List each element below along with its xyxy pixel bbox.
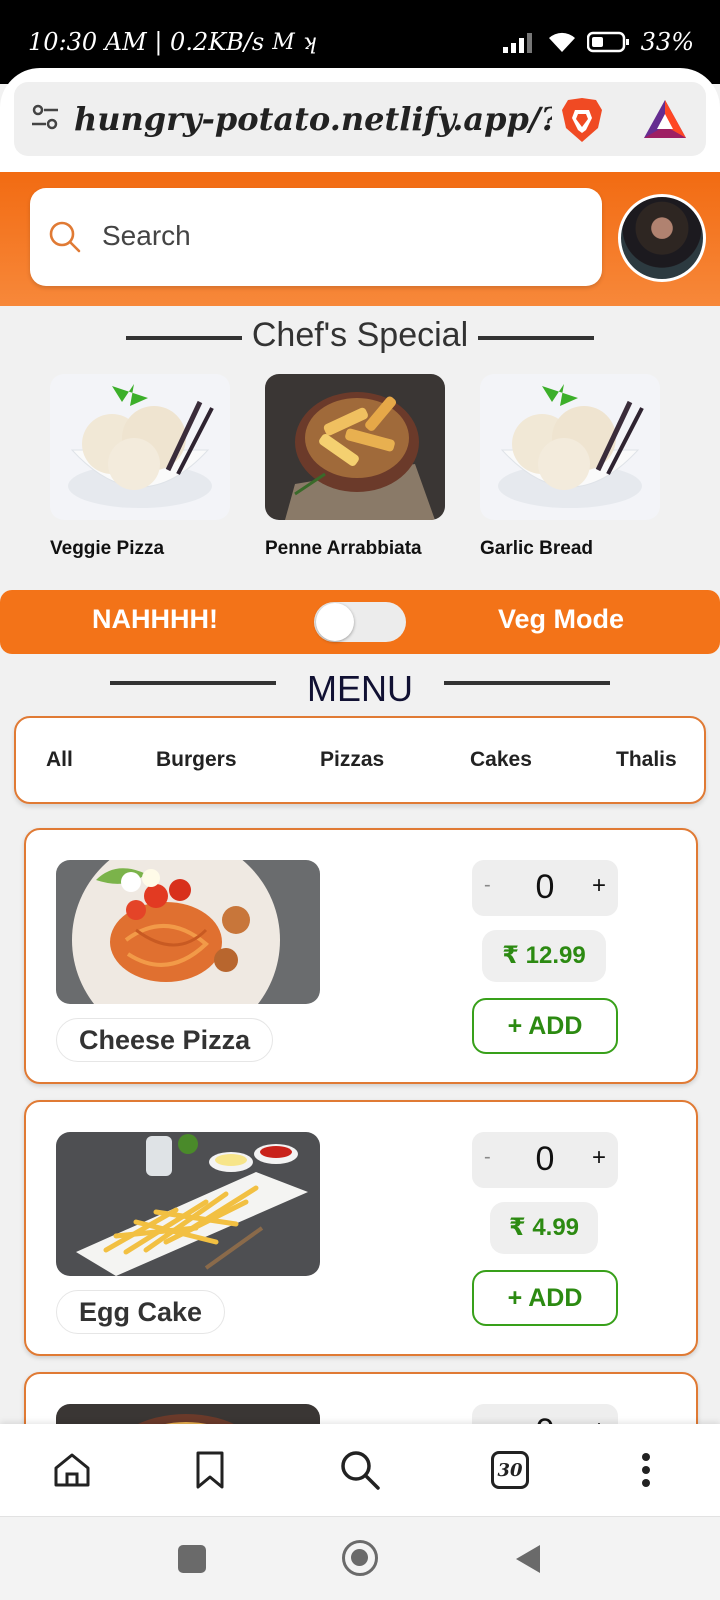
wifi-icon bbox=[548, 32, 575, 52]
special-item-name: Penne Arrabbiata bbox=[265, 538, 422, 559]
menu-item-card: Egg Cake - 0 + ₹ 4.99 + ADD bbox=[24, 1100, 698, 1356]
search-icon bbox=[341, 1451, 380, 1490]
special-item[interactable]: Veggie Pizza bbox=[50, 374, 230, 560]
add-to-cart-button[interactable]: + ADD bbox=[472, 998, 618, 1054]
tabs-icon: 30 bbox=[491, 1451, 529, 1489]
search-button[interactable] bbox=[336, 1446, 384, 1494]
menu-item-card: Cheese Pizza - 0 + ₹ 12.99 + ADD bbox=[24, 828, 698, 1084]
gmail-icon: M bbox=[272, 29, 295, 55]
pasta-image bbox=[56, 860, 320, 1004]
more-vert-icon bbox=[642, 1453, 650, 1487]
veg-off-label: NAHHHH! bbox=[92, 604, 218, 634]
chefs-special-title: Chef's Special bbox=[251, 316, 469, 354]
tab-thalis[interactable]: Thalis bbox=[616, 748, 677, 772]
menu-item-name: Egg Cake bbox=[56, 1290, 226, 1334]
toggle-knob bbox=[316, 603, 354, 641]
app-header: Search bbox=[0, 172, 720, 306]
add-to-cart-button[interactable]: + ADD bbox=[472, 1270, 618, 1326]
tabs-button[interactable]: 30 bbox=[486, 1446, 534, 1494]
search-placeholder: Search bbox=[102, 220, 191, 251]
special-item[interactable]: Penne Arrabbiata bbox=[265, 374, 445, 560]
special-item-name: Garlic Bread bbox=[480, 538, 593, 559]
battery-percent: 33% bbox=[640, 28, 694, 56]
home-button[interactable] bbox=[48, 1446, 96, 1494]
signal-icon bbox=[502, 33, 532, 53]
increment-button[interactable]: + bbox=[592, 872, 606, 900]
home-nav-button[interactable] bbox=[342, 1540, 378, 1576]
increment-button[interactable]: + bbox=[592, 1144, 606, 1172]
category-tabs: All Burgers Pizzas Cakes Thalis bbox=[14, 716, 706, 804]
special-item[interactable]: Garlic Bread bbox=[480, 374, 660, 560]
screen: 10:30 AM | 0.2KB/s M ʞ 33% hungry-potato… bbox=[0, 0, 720, 1600]
tab-cakes[interactable]: Cakes bbox=[470, 748, 532, 772]
status-time: 10:30 AM | 0.2KB/s bbox=[28, 28, 265, 56]
ice-cream-image bbox=[480, 374, 660, 520]
avatar[interactable] bbox=[618, 194, 706, 282]
veg-mode-toggle[interactable] bbox=[314, 602, 406, 642]
ice-cream-image bbox=[50, 374, 230, 520]
brave-shield-icon[interactable] bbox=[560, 96, 604, 144]
price-badge: ₹ 4.99 bbox=[490, 1202, 598, 1254]
battery-icon bbox=[586, 31, 629, 53]
search-input[interactable]: Search bbox=[30, 188, 602, 286]
bookmark-icon bbox=[196, 1451, 224, 1489]
url-bar[interactable]: hungry-potato.netlify.app/?t bbox=[14, 82, 706, 156]
browser-toolbar: hungry-potato.netlify.app/?t bbox=[0, 68, 720, 172]
price-badge: ₹ 12.99 bbox=[482, 930, 606, 982]
fries-image bbox=[56, 1132, 320, 1276]
menu-item-name: Cheese Pizza bbox=[56, 1018, 274, 1062]
tab-count: 30 bbox=[497, 1459, 523, 1481]
android-nav-bar bbox=[0, 1516, 720, 1600]
search-icon bbox=[49, 221, 81, 253]
notification-icon: ʞ bbox=[302, 29, 317, 55]
menu-button[interactable] bbox=[622, 1446, 670, 1494]
special-item-name: Veggie Pizza bbox=[50, 538, 165, 559]
status-right: 33% bbox=[502, 28, 694, 56]
menu-title: MENU bbox=[307, 668, 413, 709]
site-settings-icon[interactable] bbox=[30, 102, 60, 132]
home-icon bbox=[54, 1453, 90, 1487]
quantity-stepper: - 0 + bbox=[472, 860, 618, 916]
back-button[interactable] bbox=[514, 1543, 542, 1575]
quantity-stepper: - 0 + bbox=[472, 1132, 618, 1188]
home-dot bbox=[351, 1549, 368, 1566]
potato-wedges-image bbox=[265, 374, 445, 520]
tab-burgers[interactable]: Burgers bbox=[156, 748, 237, 772]
veg-on-label: Veg Mode bbox=[498, 604, 625, 634]
url-text[interactable]: hungry-potato.netlify.app/?t bbox=[74, 100, 552, 138]
bookmarks-button[interactable] bbox=[186, 1446, 234, 1494]
tab-pizzas[interactable]: Pizzas bbox=[320, 748, 384, 772]
veg-mode-bar: NAHHHH! Veg Mode bbox=[0, 590, 720, 654]
recents-button[interactable] bbox=[178, 1545, 206, 1573]
tab-all[interactable]: All bbox=[46, 748, 73, 772]
browser-bottom-nav: 30 bbox=[0, 1424, 720, 1516]
status-left: 10:30 AM | 0.2KB/s M ʞ bbox=[28, 28, 316, 56]
bat-rewards-icon[interactable] bbox=[642, 98, 688, 140]
